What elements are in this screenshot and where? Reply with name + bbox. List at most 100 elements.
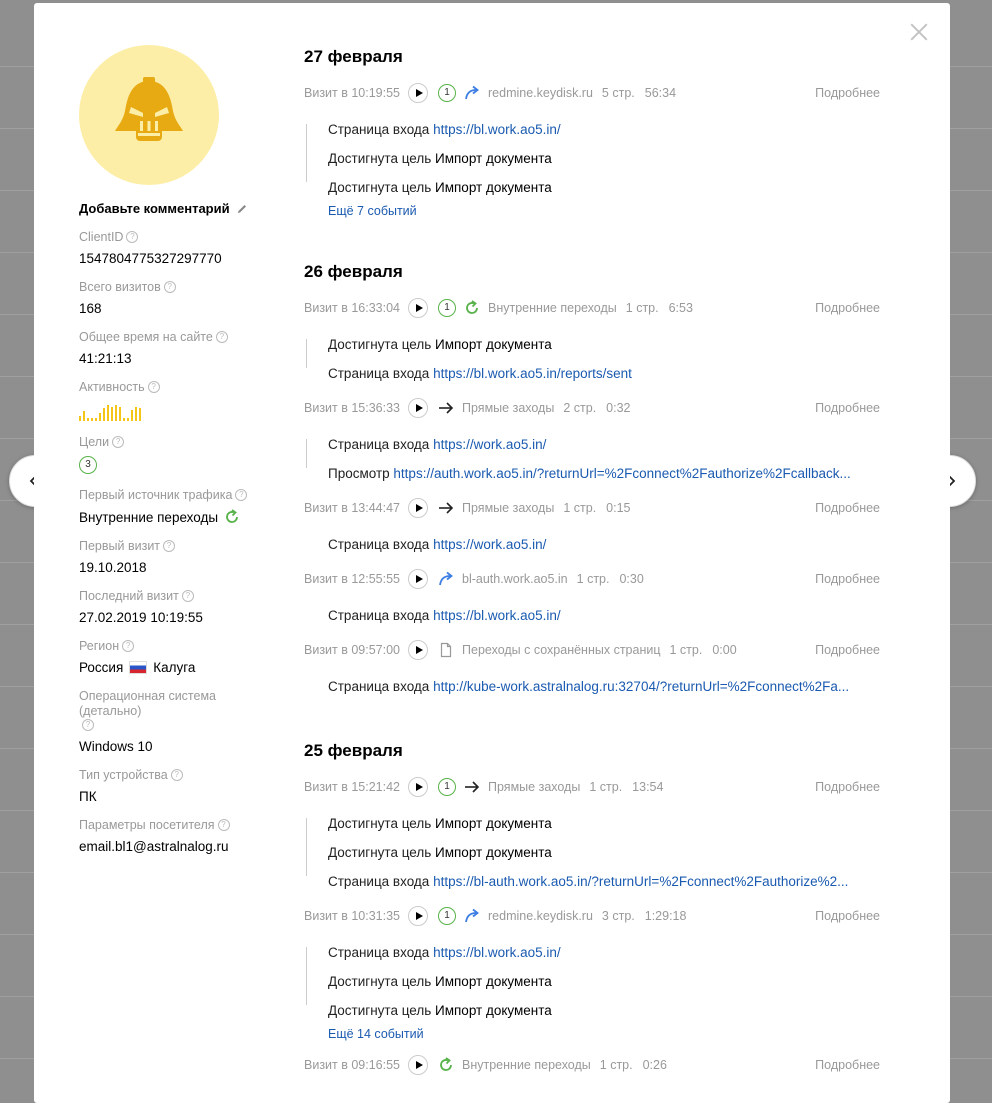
visit-row: Визит в 16:33:04 1 Внутренние переходы 1 ст… [304, 294, 880, 322]
event-url-link[interactable]: https://bl-auth.work.ao5.in/?returnUrl=%… [433, 874, 848, 889]
traffic-source-icon-wrap [464, 85, 480, 101]
event-url-link[interactable]: https://work.ao5.in/ [433, 437, 546, 452]
timeline-line [306, 339, 307, 368]
help-icon[interactable]: ? [122, 640, 135, 652]
visitor-field: Первый визит? 19.10.2018 [79, 539, 279, 575]
add-comment-button[interactable]: Добавьте комментарий [79, 201, 279, 216]
event-url-link[interactable]: https://bl.work.ao5.in/ [433, 122, 561, 137]
event-prefix: Страница входа [328, 874, 430, 889]
field-value: Windows 10 [79, 739, 279, 754]
event-item: Просмотр https://auth.work.ao5.in/?retur… [328, 459, 880, 488]
event-prefix: Достигнута цель [328, 816, 432, 831]
timeline-line [306, 947, 307, 1005]
play-recording-button[interactable] [408, 498, 429, 518]
details-link[interactable]: Подробнее [815, 401, 880, 415]
traffic-source: Прямые заходы [462, 501, 555, 515]
details-link[interactable]: Подробнее [815, 86, 880, 100]
event-url-link[interactable]: https://work.ao5.in/ [433, 537, 546, 552]
help-icon[interactable]: ? [126, 231, 139, 243]
visit-row: Визит в 15:36:33 Прямые заходы 2 стр. 0:32 П… [304, 394, 880, 422]
play-recording-button[interactable] [408, 298, 429, 318]
activity-bar [131, 410, 133, 421]
field-label-text: Активность [79, 380, 145, 394]
help-icon[interactable]: ? [215, 331, 228, 343]
page-count: 3 стр. [601, 909, 635, 923]
goal-name: Импорт документа [435, 180, 552, 195]
field-value: 41:21:13 [79, 351, 279, 366]
goal-name: Импорт документа [435, 974, 552, 989]
visit-duration: 0:15 [606, 501, 631, 515]
help-icon[interactable]: ? [170, 769, 183, 781]
field-label-text: Первый источник трафика [79, 488, 233, 502]
details-link[interactable]: Подробнее [815, 572, 880, 586]
traffic-source-icon-wrap [464, 779, 480, 795]
help-icon[interactable]: ? [147, 381, 160, 393]
field-value: Внутренние переходы [79, 509, 279, 525]
play-recording-button[interactable] [408, 777, 429, 797]
play-recording-button[interactable] [408, 83, 429, 103]
visit-duration: 1:29:18 [644, 909, 687, 923]
event-prefix: Просмотр [328, 466, 390, 481]
help-icon[interactable]: ? [112, 436, 125, 448]
activity-chart [79, 403, 279, 421]
more-events-link[interactable]: Ещё 7 событий [328, 204, 880, 222]
event-url-link[interactable]: https://bl.work.ao5.in/ [433, 608, 561, 623]
goal-name: Импорт документа [435, 151, 552, 166]
event-item: Страница входа https://work.ao5.in/ [328, 530, 880, 559]
play-recording-button[interactable] [408, 569, 429, 589]
goal-name: Импорт документа [435, 845, 552, 860]
traffic-source-icon-wrap [438, 571, 454, 587]
page-count: 5 стр. [601, 86, 635, 100]
event-item: Достигнута цель Импорт документа [328, 838, 880, 867]
goal-name: Импорт документа [435, 816, 552, 831]
more-events-link[interactable]: Ещё 14 событий [328, 1027, 880, 1045]
event-url-link[interactable]: https://bl.work.ao5.in/ [433, 945, 561, 960]
darth-vader-avatar-icon [115, 77, 183, 141]
field-value-text: ПК [79, 789, 97, 804]
help-icon[interactable]: ? [235, 489, 248, 501]
internal-refresh-icon [466, 300, 478, 314]
event-prefix: Страница входа [328, 366, 430, 381]
field-value: 168 [79, 301, 279, 316]
traffic-source-icon-wrap [464, 300, 480, 316]
event-url-link[interactable]: https://auth.work.ao5.in/?returnUrl=%2Fc… [393, 466, 850, 481]
visit-row: Визит в 10:19:55 1 redmine.keydisk.ru 5 стр… [304, 79, 880, 107]
play-recording-button[interactable] [408, 1055, 429, 1075]
help-icon[interactable]: ? [217, 819, 230, 831]
activity-bar [99, 413, 101, 421]
details-link[interactable]: Подробнее [815, 643, 880, 657]
field-value: 19.10.2018 [79, 560, 279, 575]
event-item: Страница входа https://bl.work.ao5.in/ [328, 115, 880, 144]
help-icon[interactable]: ? [163, 540, 176, 552]
event-url-link[interactable]: http://kube-work.astralnalog.ru:32704/?r… [433, 679, 849, 694]
traffic-source-icon-wrap [438, 1057, 454, 1073]
help-icon[interactable]: ? [163, 281, 176, 293]
comment-label: Добавьте комментарий [79, 201, 230, 216]
close-icon[interactable] [908, 21, 930, 43]
field-label: Всего визитов? [79, 280, 279, 295]
help-icon[interactable]: ? [181, 590, 194, 602]
field-value-text: 168 [79, 301, 102, 316]
play-recording-button[interactable] [408, 398, 429, 418]
event-url-link[interactable]: https://bl.work.ao5.in/reports/sent [433, 366, 632, 381]
city-name: Калуга [153, 660, 196, 675]
event-prefix: Достигнута цель [328, 1003, 432, 1018]
field-label-text: Операционная система (детально) [79, 689, 217, 718]
details-link[interactable]: Подробнее [815, 1058, 880, 1072]
play-recording-button[interactable] [408, 906, 429, 926]
details-link[interactable]: Подробнее [815, 301, 880, 315]
details-link[interactable]: Подробнее [815, 501, 880, 515]
activity-bar [135, 407, 137, 421]
timeline-line [306, 124, 307, 182]
details-link[interactable]: Подробнее [815, 780, 880, 794]
event-item: Достигнута цель Импорт документа [328, 144, 880, 173]
activity-bar [127, 418, 129, 421]
visit-duration: 6:53 [668, 301, 693, 315]
event-prefix: Страница входа [328, 437, 430, 452]
play-recording-button[interactable] [408, 640, 429, 660]
day-spacer [304, 707, 880, 741]
details-link[interactable]: Подробнее [815, 909, 880, 923]
visit-goals-badge: 1 [438, 84, 457, 102]
help-icon[interactable]: ? [82, 719, 94, 731]
avatar [79, 45, 219, 185]
